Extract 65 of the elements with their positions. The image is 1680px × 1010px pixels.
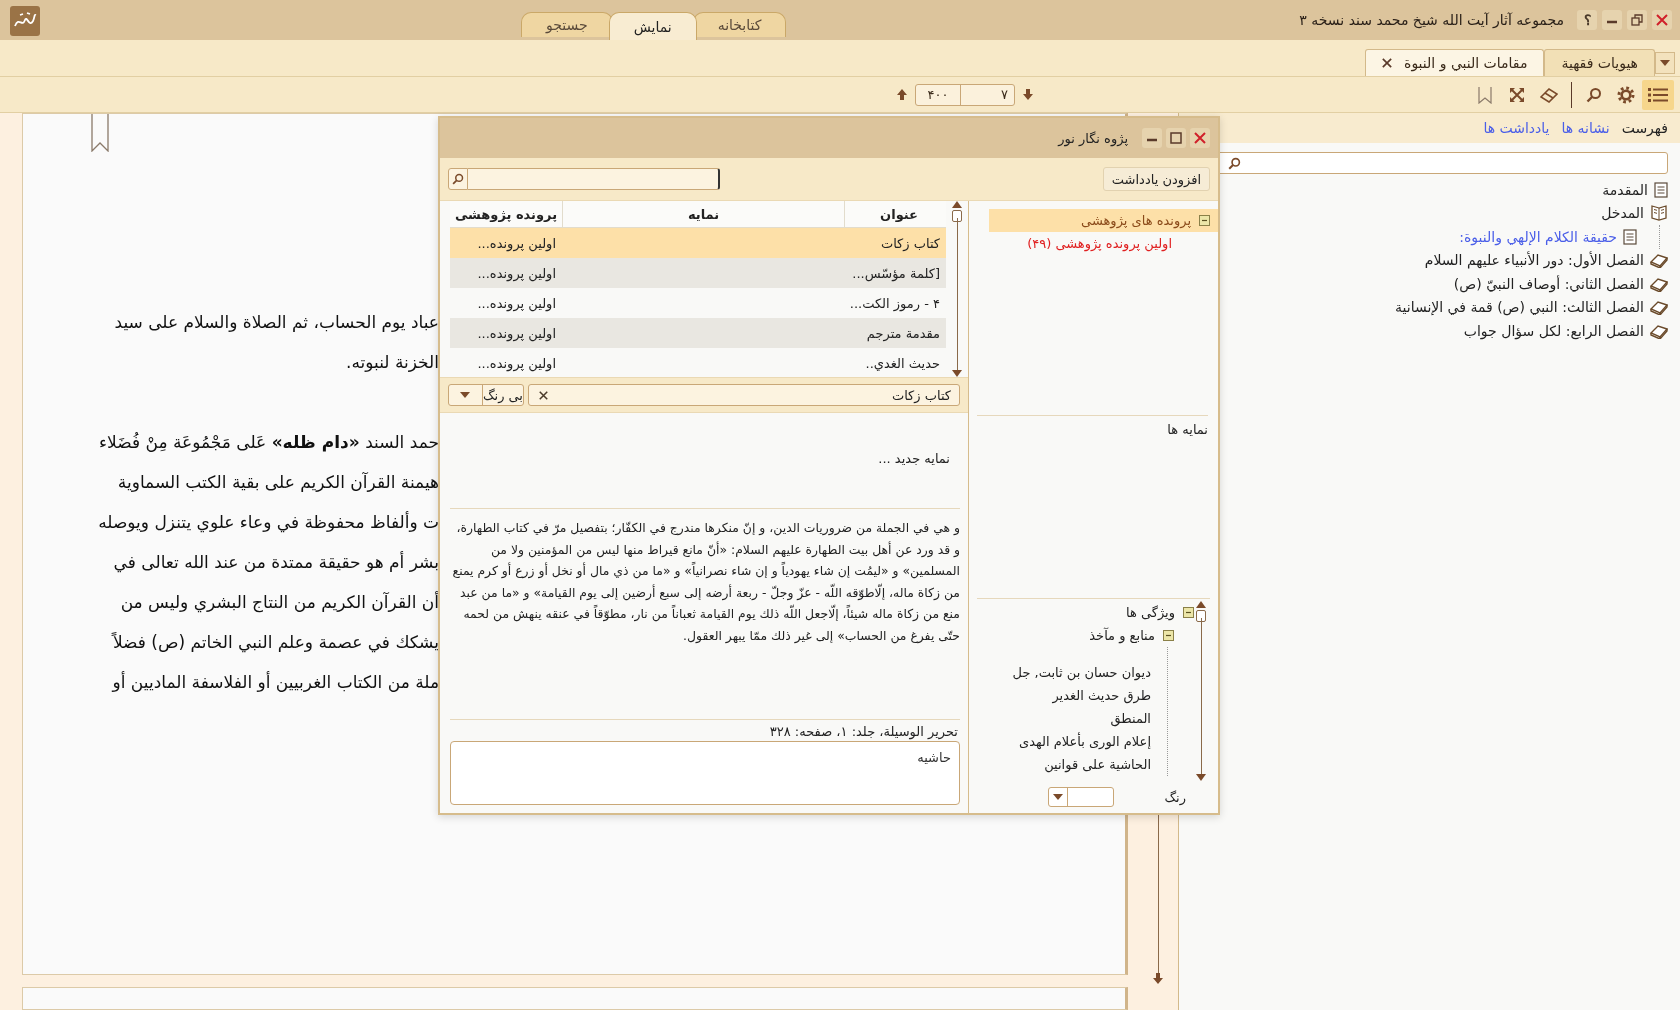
tag-value[interactable]: كتاب زكات [891, 387, 951, 403]
tree-item[interactable]: إعلام الورى بأعلام الهدى [1018, 734, 1151, 749]
toc-item[interactable]: المقدمة [1602, 181, 1648, 198]
sidebar-tab[interactable]: فهرست [1621, 120, 1668, 136]
tree-item[interactable]: طرق حديث الغدير [1052, 688, 1151, 703]
column-header[interactable]: نمایه [562, 201, 844, 227]
tree-item[interactable]: المنطق [1110, 711, 1151, 726]
tree-item[interactable]: ديوان حسان بن ثابت, جل [1012, 665, 1151, 680]
column-header[interactable]: پرونده پژوهشی [450, 201, 562, 227]
section-label: نمایه ها [1167, 422, 1208, 437]
table-cell-text: اولين پرونده... [476, 294, 557, 314]
tree-item[interactable]: ویژگی ها [1125, 605, 1175, 620]
toc-item[interactable]: الفصل الرابع: لكل سؤال جواب [1463, 322, 1644, 339]
sidebar-tab[interactable]: نشانه ها [1561, 120, 1610, 136]
table-cell-text: اولين پرونده... [476, 324, 557, 344]
text-line: ملة من الكتاب الغربيين أو الفلاسفة الماديين أو [112, 670, 439, 694]
document-tab[interactable]: مقامات النبي و النبوة [1365, 49, 1545, 76]
note-field[interactable]: حاشیه [450, 741, 960, 805]
toc-item[interactable]: المدخل [1601, 205, 1644, 222]
page-number-field[interactable]: ۴۰۰ ۷ [915, 83, 1015, 106]
dialog-title: پژوه نگار نور [1058, 130, 1128, 146]
text-line: يشكك في عصمة وعلم النبي الخاتم (ص) فضلاً [112, 631, 439, 655]
view-tab[interactable]: نمایش [608, 12, 697, 40]
text-line: هيمنة القرآن الكريم على بقية الكتب السماوية [117, 471, 439, 494]
document-tab[interactable]: هیویات فقهیة [1544, 49, 1655, 76]
table-cell-text: [كلمة مؤسّس... [851, 264, 941, 284]
column-header[interactable]: عنوان [844, 201, 946, 227]
tab-label[interactable]: مقامات النبي و النبوة [1404, 55, 1528, 71]
table-cell-text: حديث الغدي.. [864, 354, 941, 373]
table-row[interactable]: [كلمة مؤسّس... اولين پرونده... [450, 258, 946, 288]
table-cell-text: اولين پرونده... [476, 354, 557, 374]
table-cell-text: اولين پرونده... [476, 234, 557, 254]
sidebar-tab[interactable]: یادداشت ها [1483, 120, 1550, 136]
text-line: ت وألفاظ محفوظة في وعاء علوي يتنزل ويوصله [98, 510, 439, 535]
table-row[interactable]: كتاب زكات اولين پرونده... [450, 228, 946, 258]
table-cell-text: مقدمة مترجم [865, 324, 941, 344]
tree-item[interactable]: اولين پرونده پژوهشی (۴۹) [969, 232, 1218, 254]
tree-item[interactable]: منابع و مآخذ [1089, 628, 1155, 643]
tree-item[interactable]: الحاشية على قوانين [1044, 757, 1151, 772]
text-line: أن القرآن الكريم من النتاج البشري وليس من [120, 590, 439, 615]
quote-text: و هي في الجملة من ضروريات الدين، و إنّ منكرها مندرج في الكفّار؛ بتفصيل مرّ في كتاب الطهارة، و قد ورد عن أهل بيت الطهارة عليهم السلام: «أنّ مانع قيراط منها ليس من المؤمنين ولا من المسلمين» و «ليمُت إن شاء يهودياً و إن شاء نصرانياً» و «ما من ذي مال أو نخل أو زرع أو كرم يمنع من زكاة ماله، إلّاطوّقه اللّه - عزّ وجلّ - ربعة أرضه إلى سبع أرضين إلى يوم القيامة» و «ما من عبد منع من زكاة ماله شيئاً، إلّاجعل اللّه ذلك يوم القيامة ثعباناً من نار، مطوّقاً في عنقه ينهش من لحمه حتّى يفرغ من الحساب» إلى غير ذلك ممّا يبهر العقول. [450, 509, 960, 720]
add-note-button[interactable]: افزودن یادداشت [1102, 167, 1210, 191]
text-line: عباد يوم الحساب، ثم الصلاة والسلام على سيد [114, 311, 439, 334]
tab-label[interactable]: هیویات فقهیة [1561, 55, 1638, 71]
table-cell-text: ۴ - رموز الكت... [848, 294, 941, 314]
window-title: مجموعه آثار آیت الله شیخ محمد سند نسخه ۳ [1299, 12, 1564, 28]
color-dropdown[interactable]: بی رنگ [448, 384, 524, 406]
text-line: حمد السند «دام ظله» عَلى مَجْمُوعَة مِنْ فُضَلاء [99, 431, 439, 454]
toc-item[interactable]: حقيقة الكلام الإلهي والنبوة: [1459, 228, 1617, 245]
text-line: بشر أم هو حقيقة ممتدة من عند الله تعالى في [113, 550, 439, 575]
table-cell-text: كتاب زكات [879, 234, 941, 253]
tag-field[interactable]: كتاب زكات [528, 384, 960, 406]
color-label: رنگ [1164, 789, 1186, 805]
table-cell-text: اولين پرونده... [476, 264, 557, 284]
text-line: الخزنة لنبوته. [346, 351, 439, 374]
page-count: ۴۰۰ [916, 84, 961, 105]
toc-item[interactable]: الفصل الأول: دور الأنبياء عليهم السلام [1424, 252, 1644, 269]
toc-item[interactable]: الفصل الثاني: أوصاف النبيّ (ص) [1453, 275, 1644, 292]
source-reference: تحرير الوسيلة، جلد: ۱، صفحه: ۳۲۸ [768, 723, 959, 741]
toc-item[interactable]: الفصل الثالث: النبي (ص) قمة في الإنسانية [1395, 299, 1644, 316]
page-number[interactable]: ۷ [961, 84, 1014, 105]
new-index-hint[interactable]: نمایه جدید ... [878, 451, 950, 466]
help-button[interactable]: ؟ [1577, 10, 1597, 30]
dropdown-value[interactable]: بی رنگ [482, 387, 523, 403]
table-row[interactable]: مقدمة مترجم اولين پرونده... [450, 318, 946, 348]
